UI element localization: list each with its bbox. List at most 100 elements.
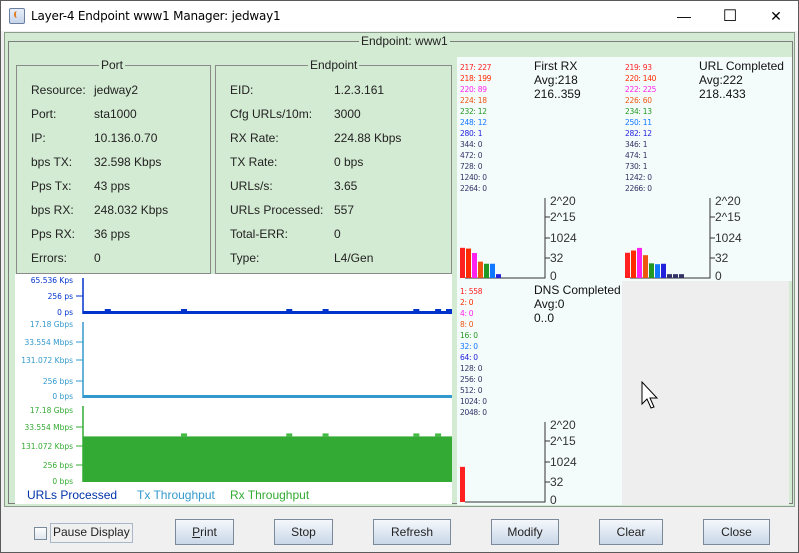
- histogram-bucket-label: 248: 12: [460, 118, 487, 127]
- histogram-bucket-label: 4: 0: [460, 309, 474, 318]
- histogram-avg: Avg:218: [534, 73, 578, 87]
- histogram-bucket-label: 2: 0: [460, 298, 474, 307]
- histogram-range: 216..359: [534, 87, 581, 101]
- histogram-bucket-label: 219: 93: [625, 63, 652, 72]
- endpoint-label: EID:: [230, 83, 254, 97]
- histogram-url-completed: 219: 93 220: 140 222: 225 226: 60 234: 13 250…: [622, 57, 792, 281]
- tx-tick-label: 33.554 Mbps: [24, 338, 73, 347]
- endpoint-value: L4/Gen: [334, 251, 374, 265]
- histogram-title: DNS Completed: [534, 283, 621, 297]
- stop-button[interactable]: Stop: [274, 519, 333, 545]
- tx-tick-label: 17.18 Gbps: [30, 320, 73, 329]
- endpoint-window: Layer-4 Endpoint www1 Manager: jedway1 —…: [0, 0, 799, 553]
- histogram-tick-label: 32: [715, 251, 729, 265]
- histogram-tick-label: 2^20: [715, 194, 741, 208]
- print-rest: rint: [200, 525, 217, 539]
- urls-bump: [446, 309, 452, 312]
- print-mnemonic: P: [192, 525, 201, 539]
- histogram-bucket-label: 128: 0: [460, 364, 483, 373]
- histogram-bucket-label: 224: 18: [460, 96, 487, 105]
- histogram-range: 218..433: [699, 87, 746, 101]
- urls-bump: [322, 309, 329, 312]
- histogram-bar: [673, 274, 678, 278]
- histogram-tick-label: 1024: [715, 231, 742, 245]
- histogram-bar: [460, 466, 465, 502]
- minimize-button[interactable]: —: [661, 1, 707, 31]
- button-bar: Pause Display Print Stop Refresh Modify …: [1, 508, 798, 553]
- maximize-button[interactable]: ☐: [707, 1, 753, 31]
- port-value: 0: [94, 251, 101, 265]
- endpoint-value: 0 bps: [334, 155, 364, 169]
- java-app-icon: [9, 8, 25, 24]
- window-title: Layer-4 Endpoint www1 Manager: jedway1: [31, 9, 281, 23]
- histogram-bucket-label: 474: 1: [625, 151, 648, 160]
- histogram-bucket-label: 226: 60: [625, 96, 652, 105]
- histogram-bar: [478, 261, 483, 278]
- port-label: Resource:: [31, 83, 86, 97]
- urls-bump: [181, 309, 188, 312]
- histogram-bar: [466, 248, 471, 278]
- urls-tick-label: 65.536 Kps: [31, 276, 73, 285]
- rx-bump: [413, 433, 420, 437]
- histogram-bar: [625, 252, 630, 278]
- port-label: bps TX:: [31, 155, 73, 169]
- histogram-bucket-label: 250: 11: [625, 118, 652, 127]
- refresh-button[interactable]: Refresh: [373, 519, 451, 545]
- throughput-charts: 65.536 Kps 256 ps 0 ps 17.18 Gbps 33.554 Mbp…: [15, 274, 452, 504]
- content-panel: Endpoint: www1 Port Resource: jedway2 Port…: [4, 32, 795, 507]
- port-value: 43 pps: [94, 179, 131, 193]
- rx-bump: [435, 433, 442, 437]
- endpoint-value: 3000: [334, 107, 361, 121]
- close-window-button[interactable]: ✕: [753, 1, 799, 31]
- port-group-title: Port: [99, 58, 126, 72]
- close-button[interactable]: Close: [703, 519, 770, 545]
- port-value: 248.032 Kbps: [94, 203, 169, 217]
- mouse-cursor-icon: [641, 381, 659, 409]
- histogram-bucket-label: 220: 140: [625, 74, 657, 83]
- rx-tick-label: 256 bps: [43, 461, 73, 470]
- histogram-range: 0..0: [534, 311, 555, 325]
- pause-display-checkbox[interactable]: [34, 527, 47, 540]
- histogram-bucket-label: 472: 0: [460, 151, 483, 160]
- histogram-bucket-label: 32: 0: [460, 342, 478, 351]
- histogram-axis: [465, 422, 546, 503]
- endpoint-label: TX Rate:: [230, 155, 278, 169]
- histogram-tick-label: 0: [550, 269, 557, 281]
- rx-tick-label: 131.072 Kbps: [21, 442, 73, 451]
- histogram-chart: 2^20 2^15 1024 32 0: [460, 194, 577, 281]
- histogram-bucket-label: 344: 0: [460, 140, 483, 149]
- clear-button[interactable]: Clear: [599, 519, 663, 545]
- legend-tx-throughput: Tx Throughput: [137, 488, 215, 502]
- modify-button[interactable]: Modify: [491, 519, 559, 545]
- histogram-bucket-label: 8: 0: [460, 320, 474, 329]
- port-value: 32.598 Kbps: [94, 155, 162, 169]
- histogram-bar: [649, 263, 654, 278]
- histogram-bucket-label: 730: 1: [625, 162, 648, 171]
- histogram-bucket-label: 1242: 0: [625, 173, 652, 182]
- urls-tick-label: 0 ps: [57, 308, 73, 317]
- tx-tick-label: 131.072 Kbps: [21, 356, 73, 365]
- rx-throughput-area: [83, 436, 452, 482]
- endpoint-label: Total-ERR:: [230, 227, 289, 241]
- endpoint-value: 557: [334, 203, 355, 217]
- histogram-bar: [643, 255, 648, 278]
- histogram-bucket-label: 1024: 0: [460, 397, 487, 406]
- urls-bump: [413, 309, 420, 312]
- endpoint-value: 0: [334, 227, 341, 241]
- title-bar: Layer-4 Endpoint www1 Manager: jedway1 —…: [1, 1, 798, 31]
- tx-tick-label: 256 bps: [43, 377, 73, 386]
- rx-tick-label: 33.554 Mbps: [24, 423, 73, 432]
- endpoint-value: 224.88 Kbps: [334, 131, 402, 145]
- port-value: jedway2: [94, 83, 139, 97]
- histogram-dns-completed: 1: 558 2: 0 4: 0 8: 0 16: 0 32: 0 64: 0 128: 0 2…: [457, 281, 622, 505]
- pause-display-label[interactable]: Pause Display: [50, 523, 133, 543]
- strip-chart-svg: 65.536 Kps 256 ps 0 ps 17.18 Gbps 33.554 Mbp…: [21, 276, 452, 502]
- print-button[interactable]: Print: [175, 519, 234, 545]
- histogram-bar: [631, 250, 636, 278]
- histogram-bar: [637, 247, 642, 278]
- endpoint-group-title: Endpoint: www1: [359, 34, 450, 48]
- histogram-bar: [496, 274, 501, 278]
- port-label: bps RX:: [31, 203, 74, 217]
- histogram-bucket-label: 234: 13: [625, 107, 652, 116]
- endpoint-group: Endpoint: www1 Port Resource: jedway2 Port…: [8, 34, 793, 505]
